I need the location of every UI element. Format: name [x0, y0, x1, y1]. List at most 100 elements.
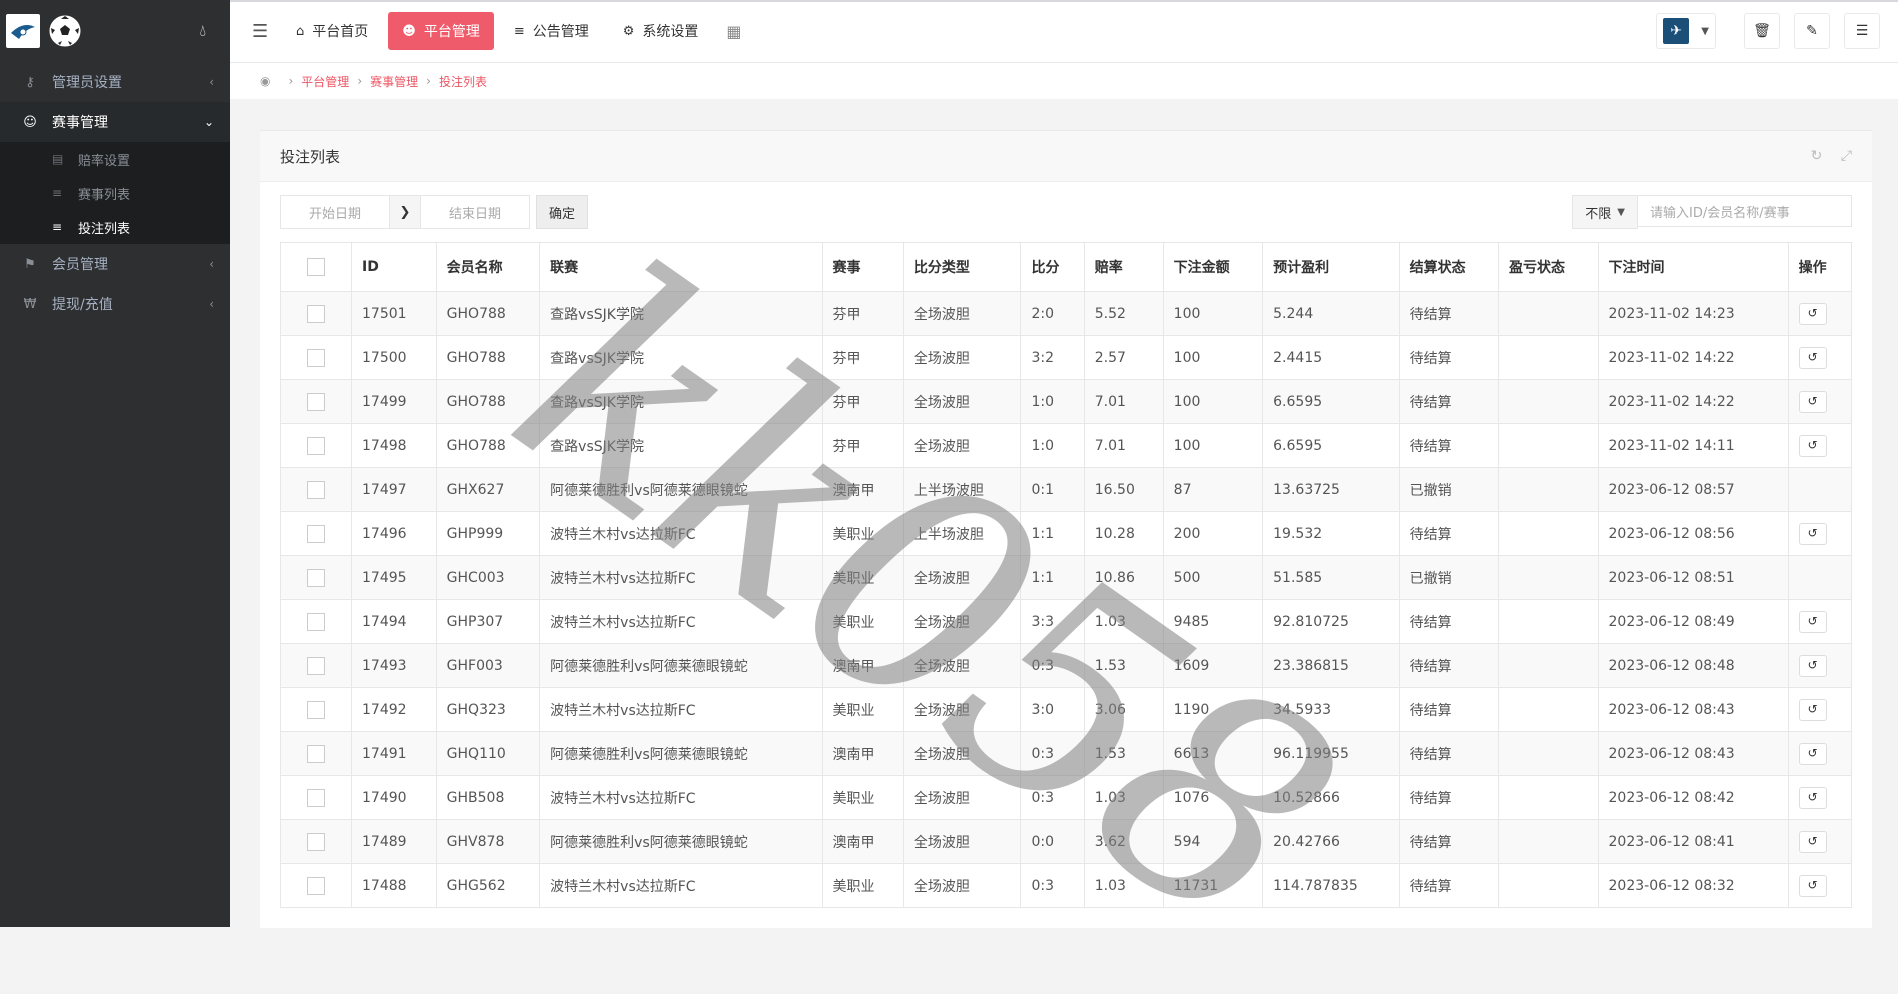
revert-button[interactable]: ↺ — [1798, 654, 1827, 677]
bet-list-panel: 投注列表 ↻ ⤢ 开始日期 ❯ 结束日期 确定 不限 ▼ 请输入ID/会员名称/… — [260, 130, 1872, 928]
filter-select-value: 不限 — [1585, 206, 1612, 222]
top-tab[interactable]: ⌂ 平台首页 — [282, 12, 382, 50]
table-cell: 87 — [1162, 467, 1264, 512]
sidebar-item[interactable]: ☺ 赛事管理 ⌄ — [0, 102, 230, 142]
refresh-icon[interactable]: ↻ — [1811, 148, 1823, 164]
revert-button[interactable]: ↺ — [1798, 874, 1827, 897]
table-cell: 阿德莱德胜利vs阿德莱德眼镜蛇 — [539, 819, 823, 864]
table-row: 17500 GHO788 查路vsSJK学院 芬甲 全场波胆 3:2 2.57 100 2.44… — [280, 335, 1853, 380]
filter-select[interactable]: 不限 ▼ — [1572, 195, 1638, 229]
select-all-checkbox[interactable] — [307, 258, 325, 276]
row-checkbox[interactable] — [307, 568, 325, 587]
users-icon: ☺ — [23, 114, 37, 130]
submenu-item[interactable]: ≡ 投注列表 — [0, 210, 230, 244]
table-cell: 待结算 — [1398, 291, 1500, 336]
table-cell — [1498, 687, 1599, 732]
revert-button[interactable]: ↺ — [1798, 302, 1827, 325]
top-tab-label: 公告管理 — [532, 24, 589, 40]
table-row: 17491 GHQ110 阿德莱德胜利vs阿德莱德眼镜蛇 澳南甲 全场波胆 0:3 1.53… — [280, 731, 1853, 776]
logo-row: 💧︎ — [0, 0, 230, 62]
revert-button[interactable]: ↺ — [1798, 610, 1827, 633]
row-checkbox[interactable] — [307, 392, 325, 411]
sidebar-item[interactable]: ⚑ 会员管理 ‹ — [0, 244, 230, 284]
table-cell: 阿德莱德胜利vs阿德莱德眼镜蛇 — [539, 643, 823, 688]
row-checkbox[interactable] — [307, 348, 325, 367]
table-cell — [1498, 379, 1599, 424]
table-cell: 10.28 — [1083, 511, 1164, 556]
revert-button[interactable]: ↺ — [1798, 390, 1827, 413]
trash-button[interactable]: 🗑︎ — [1744, 13, 1780, 49]
table-row: 17490 GHB508 波特兰木村vs达拉斯FC 美职业 全场波胆 0:3 1.03 107… — [280, 775, 1853, 820]
table-cell: 查路vsSJK学院 — [539, 379, 823, 424]
row-checkbox[interactable] — [307, 788, 325, 807]
table-cell: 34.5933 — [1262, 687, 1400, 732]
row-checkbox[interactable] — [307, 480, 325, 499]
row-checkbox[interactable] — [307, 832, 325, 851]
submenu-item[interactable]: ▤ 赔率设置 — [0, 142, 230, 176]
search-input[interactable]: 请输入ID/会员名称/赛事 — [1638, 195, 1852, 227]
revert-button[interactable]: ↺ — [1798, 698, 1827, 721]
grid-icon[interactable]: ▦ — [726, 22, 741, 41]
breadcrumb: ◉ › 平台管理 › 赛事管理 › 投注列表 — [230, 63, 1898, 99]
settings-panel-button[interactable]: ☰ — [1844, 13, 1880, 49]
table-cell: 全场波胆 — [902, 423, 1022, 468]
table-row: 17493 GHF003 阿德莱德胜利vs阿德莱德眼镜蛇 澳南甲 全场波胆 0:3 1.53… — [280, 643, 1853, 688]
start-date-input[interactable]: 开始日期 — [280, 195, 390, 229]
table-cell: 594 — [1162, 819, 1264, 864]
end-date-input[interactable]: 结束日期 — [420, 195, 530, 229]
table-cell: 100 — [1162, 379, 1264, 424]
column-header: 预计盈利 — [1262, 242, 1400, 292]
sidebar-item[interactable]: ⚷ 管理员设置 ‹ — [0, 62, 230, 102]
breadcrumb-item[interactable]: 赛事管理 — [370, 73, 418, 90]
breadcrumb-item[interactable]: 平台管理 — [301, 73, 349, 90]
top-tab[interactable]: ⚙ 系统设置 — [609, 12, 713, 50]
edit-button[interactable]: ✎ — [1794, 13, 1830, 49]
row-checkbox[interactable] — [307, 524, 325, 543]
revert-button[interactable]: ↺ — [1798, 786, 1827, 809]
table-cell: 9485 — [1162, 599, 1264, 644]
table-cell: 已撤销 — [1398, 555, 1500, 600]
avatar: ✈ — [1663, 18, 1690, 44]
table-cell: GHP307 — [435, 599, 541, 644]
revert-button[interactable]: ↺ — [1798, 434, 1827, 457]
breadcrumb-item[interactable]: 投注列表 — [439, 73, 487, 90]
submenu-item[interactable]: ≡ 赛事列表 — [0, 176, 230, 210]
table-cell: 澳南甲 — [821, 643, 904, 688]
confirm-button[interactable]: 确定 — [536, 195, 589, 229]
logo — [6, 14, 40, 48]
table-cell: 3:0 — [1020, 687, 1085, 732]
submenu-item-label: 赔率设置 — [78, 153, 131, 169]
user-menu-button[interactable]: ✈ ▼ — [1656, 13, 1716, 49]
revert-button[interactable]: ↺ — [1798, 742, 1827, 765]
sidebar-item[interactable]: ₩ 提现/充值 ‹ — [0, 284, 230, 324]
row-checkbox[interactable] — [307, 656, 325, 675]
table-cell: 7.01 — [1083, 379, 1164, 424]
row-checkbox[interactable] — [307, 304, 325, 323]
droplet-icon[interactable]: 💧︎ — [200, 21, 206, 41]
row-checkbox[interactable] — [307, 876, 325, 895]
row-checkbox[interactable] — [307, 436, 325, 455]
table-cell: 芬甲 — [821, 335, 904, 380]
row-checkbox[interactable] — [307, 744, 325, 763]
row-checkbox[interactable] — [307, 700, 325, 719]
revert-button[interactable]: ↺ — [1798, 830, 1827, 853]
fullscreen-icon[interactable]: ⤢ — [1841, 148, 1852, 164]
table-cell: 1:0 — [1020, 379, 1085, 424]
table-cell: GHQ110 — [435, 731, 541, 776]
action-cell: ↺ — [1787, 731, 1853, 776]
top-tab[interactable]: ≡ 公告管理 — [500, 12, 603, 50]
table-cell: 200 — [1162, 511, 1264, 556]
row-checkbox[interactable] — [307, 612, 325, 631]
row-checkbox-cell — [280, 687, 352, 732]
table-cell: 澳南甲 — [821, 731, 904, 776]
top-tab[interactable]: ☻ 平台管理 — [388, 12, 494, 50]
row-checkbox-cell — [280, 511, 352, 556]
table-cell: GHP999 — [435, 511, 541, 556]
revert-button[interactable]: ↺ — [1798, 522, 1827, 545]
revert-button[interactable]: ↺ — [1798, 346, 1827, 369]
action-cell — [1787, 555, 1853, 600]
sidebar-item-label: 会员管理 — [52, 257, 108, 273]
table-cell: 17492 — [351, 687, 437, 732]
table-cell: 1.03 — [1083, 775, 1164, 820]
menu-toggle-icon[interactable]: ☰ — [252, 21, 282, 42]
